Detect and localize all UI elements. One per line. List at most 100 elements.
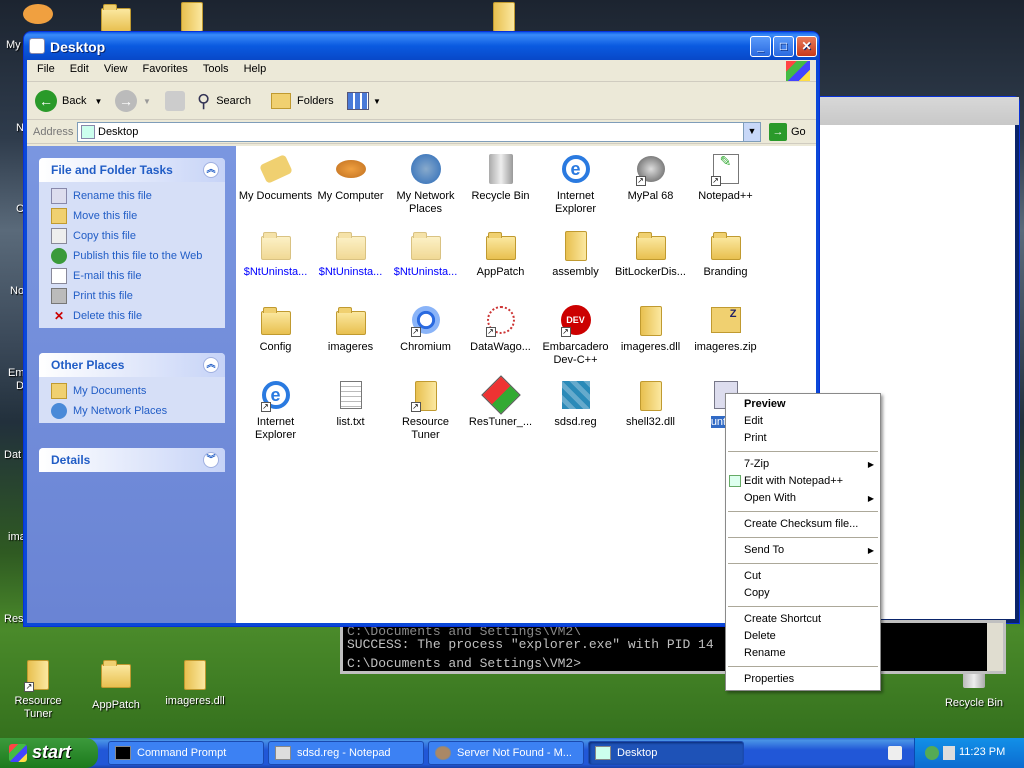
task-copy[interactable]: Copy this file: [39, 226, 225, 246]
taskbar-item-desktop[interactable]: Desktop: [588, 741, 744, 765]
menu-favorites[interactable]: Favorites: [143, 63, 188, 75]
command-prompt-window[interactable]: C:\Documents and Settings\VM2\ SUCCESS: …: [340, 620, 1006, 674]
desktop-icon-apppatch[interactable]: AppPatch: [86, 658, 146, 711]
file-item-assembly[interactable]: assembly: [538, 228, 613, 279]
desktop-icon-folder-2[interactable]: [162, 0, 222, 32]
file-item-network-places[interactable]: My Network Places: [388, 152, 463, 216]
back-button[interactable]: ← Back ▼: [35, 88, 102, 114]
folders-button[interactable]: Folders: [271, 88, 334, 114]
place-my-documents[interactable]: My Documents: [39, 381, 225, 401]
panel-header[interactable]: File and Folder Tasks ︽: [39, 158, 225, 182]
collapse-chevron-icon[interactable]: ︽: [203, 162, 219, 178]
desktop-icon-folder-3[interactable]: [474, 0, 534, 32]
context-menu: Preview Edit Print 7-Zip ▶ Edit with Note…: [725, 393, 881, 691]
file-item-imageres-dll[interactable]: imageres.dll: [613, 303, 688, 354]
file-item-mypal[interactable]: ↗ MyPal 68: [613, 152, 688, 203]
back-dropdown-icon[interactable]: ▼: [94, 97, 102, 106]
desktop-icon-resource-tuner[interactable]: ↗ Resource Tuner: [8, 658, 68, 721]
menu-item-delete[interactable]: Delete: [726, 628, 880, 645]
start-button[interactable]: start: [0, 738, 98, 768]
desktop-icon-imageres-dll[interactable]: imageres.dll: [157, 658, 233, 707]
file-label: ResTuner_...: [468, 416, 533, 428]
maximize-button[interactable]: □: [773, 36, 794, 57]
close-button[interactable]: ✕: [796, 36, 817, 57]
address-dropdown-icon[interactable]: ▼: [743, 123, 760, 141]
clock[interactable]: 11:23 PM: [959, 746, 1005, 758]
menu-item-cut[interactable]: Cut: [726, 568, 880, 585]
taskbar-item-notepad[interactable]: sdsd.reg - Notepad: [268, 741, 424, 765]
place-my-network-places[interactable]: My Network Places: [39, 401, 225, 421]
tray-expand-button[interactable]: [888, 746, 902, 760]
menu-item-preview[interactable]: Preview: [726, 396, 880, 413]
cmd-scrollbar[interactable]: [987, 623, 1003, 671]
views-button[interactable]: ▼: [347, 88, 381, 114]
go-button[interactable]: → Go: [769, 123, 806, 141]
panel-header[interactable]: Details ︾: [39, 448, 225, 472]
menu-item-open-with[interactable]: Open With ▶: [726, 490, 880, 507]
menu-help[interactable]: Help: [244, 63, 267, 75]
collapse-chevron-icon[interactable]: ︽: [203, 357, 219, 373]
panel-header[interactable]: Other Places ︽: [39, 353, 225, 377]
menu-item-7zip[interactable]: 7-Zip ▶: [726, 456, 880, 473]
menu-item-rename[interactable]: Rename: [726, 645, 880, 662]
menu-item-properties[interactable]: Properties: [726, 671, 880, 688]
menu-view[interactable]: View: [104, 63, 128, 75]
search-button[interactable]: ⚲ Search: [197, 88, 251, 114]
menu-item-create-checksum[interactable]: Create Checksum file...: [726, 516, 880, 533]
volume-icon[interactable]: [943, 746, 955, 760]
address-input[interactable]: Desktop ▼: [77, 122, 761, 142]
task-publish[interactable]: Publish this file to the Web: [39, 246, 225, 266]
file-item-ntuninstall-3[interactable]: $NtUninsta...: [388, 228, 463, 279]
menu-item-print[interactable]: Print: [726, 430, 880, 447]
explorer-window[interactable]: Desktop _ □ ✕ File Edit View Favorites T…: [23, 31, 820, 627]
menu-file[interactable]: File: [37, 63, 55, 75]
file-item-config[interactable]: Config: [238, 303, 313, 354]
expand-chevron-icon[interactable]: ︾: [203, 452, 219, 468]
menu-edit[interactable]: Edit: [70, 63, 89, 75]
file-item-embarcadero[interactable]: DEV ↗ Embarcadero Dev-C++: [538, 303, 613, 367]
menu-item-copy[interactable]: Copy: [726, 585, 880, 602]
desktop-icon-folder-1[interactable]: [86, 2, 146, 32]
file-item-branding[interactable]: Branding: [688, 228, 763, 279]
menu-tools[interactable]: Tools: [203, 63, 229, 75]
taskbar-item-browser[interactable]: Server Not Found - M...: [428, 741, 584, 765]
minimize-button[interactable]: _: [750, 36, 771, 57]
tray-icon[interactable]: [925, 746, 939, 760]
file-item-sdsd-reg[interactable]: sdsd.reg: [538, 378, 613, 429]
taskbar-item-command-prompt[interactable]: Command Prompt: [108, 741, 264, 765]
file-item-list-txt[interactable]: list.txt: [313, 378, 388, 429]
file-item-restuner[interactable]: ResTuner_...: [463, 375, 538, 429]
menu-item-create-shortcut[interactable]: Create Shortcut: [726, 611, 880, 628]
file-item-internet-explorer[interactable]: e Internet Explorer: [538, 152, 613, 216]
task-print[interactable]: Print this file: [39, 286, 225, 306]
file-item-apppatch[interactable]: AppPatch: [463, 228, 538, 279]
file-item-bitlocker[interactable]: BitLockerDis...: [613, 228, 688, 279]
background-window-titlebar[interactable]: [811, 97, 1019, 125]
file-item-imageres-zip[interactable]: Zimageres.zip: [688, 303, 763, 354]
task-delete[interactable]: ✕ Delete this file: [39, 306, 225, 326]
file-item-ntuninstall-2[interactable]: $NtUninsta...: [313, 228, 388, 279]
menu-item-send-to[interactable]: Send To ▶: [726, 542, 880, 559]
file-item-shell32-dll[interactable]: shell32.dll: [613, 378, 688, 429]
file-item-my-computer[interactable]: My Computer: [313, 152, 388, 203]
file-item-notepadpp[interactable]: ✎ ↗ Notepad++: [688, 152, 763, 203]
task-rename[interactable]: Rename this file: [39, 186, 225, 206]
file-item-datawago[interactable]: ↗ DataWago...: [463, 303, 538, 354]
file-item-internet-explorer-2[interactable]: e ↗ Internet Explorer: [238, 378, 313, 442]
file-item-my-documents[interactable]: My Documents: [238, 152, 313, 203]
file-item-chromium[interactable]: ↗ Chromium: [388, 303, 463, 354]
file-item-ntuninstall-1[interactable]: $NtUninsta...: [238, 228, 313, 279]
task-move[interactable]: Move this file: [39, 206, 225, 226]
menu-item-edit[interactable]: Edit: [726, 413, 880, 430]
window-titlebar[interactable]: Desktop _ □ ✕: [24, 32, 819, 60]
file-item-resource-tuner[interactable]: ↗ Resource Tuner: [388, 378, 463, 442]
forward-dropdown-icon[interactable]: ▼: [143, 97, 151, 106]
address-bar: Address Desktop ▼ → Go: [27, 120, 816, 144]
desktop-icon-my-computer[interactable]: [8, 4, 68, 27]
up-button[interactable]: [165, 88, 185, 114]
file-item-recycle-bin[interactable]: Recycle Bin: [463, 152, 538, 203]
forward-button[interactable]: → ▼: [115, 88, 151, 114]
task-email[interactable]: E-mail this file: [39, 266, 225, 286]
file-item-imageres[interactable]: imageres: [313, 303, 388, 354]
menu-item-edit-notepadpp[interactable]: Edit with Notepad++: [726, 473, 880, 490]
